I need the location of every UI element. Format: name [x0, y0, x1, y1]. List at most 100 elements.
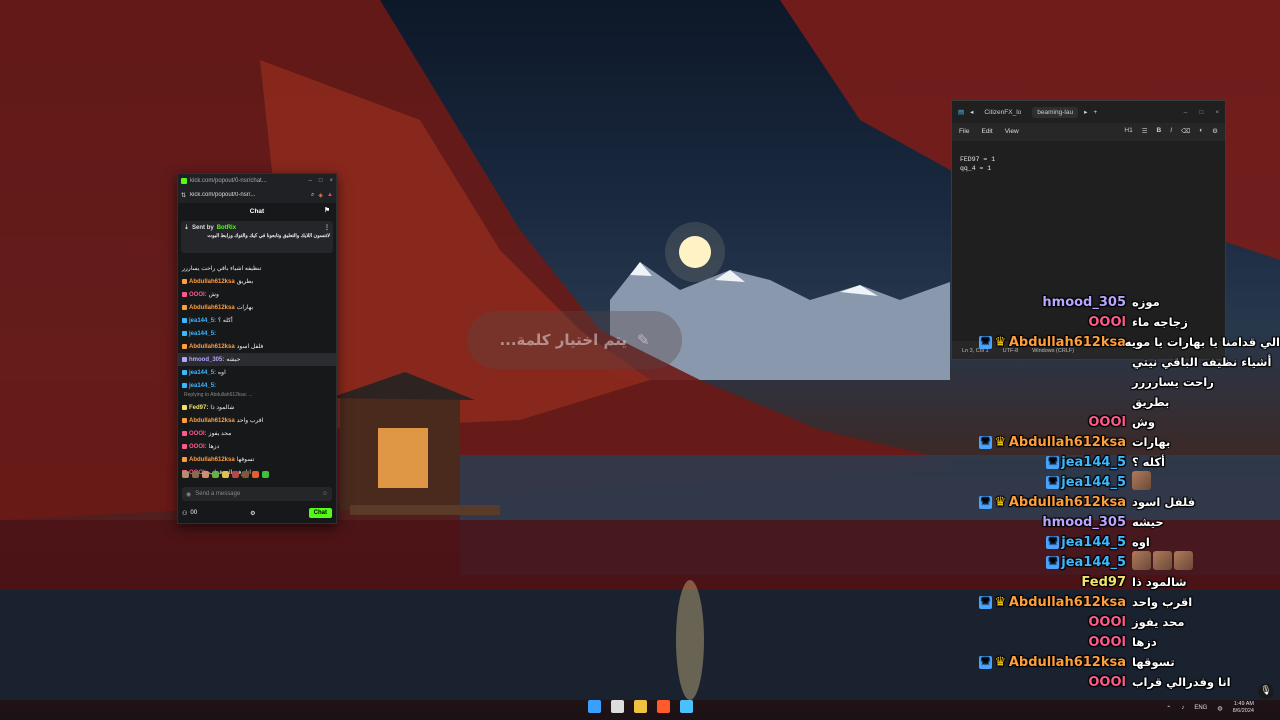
url-text[interactable]: kick.com/popout/0-nsr/... [190, 192, 307, 198]
maximize-icon[interactable]: □ [319, 178, 323, 184]
shield-icon[interactable]: ◈ [318, 192, 323, 199]
chat-message[interactable]: Abdullah612ksa بهارات [178, 301, 336, 314]
gear-icon[interactable]: ⚙ [250, 510, 255, 517]
overlay-chat-line: ⚒ ♛ Abdullah612ksa اقرب واحد [940, 592, 1280, 612]
clock[interactable]: 1:49 AM 8/6/2024 [1233, 701, 1254, 715]
more-icon[interactable]: ⋮ [324, 224, 330, 231]
chat-message[interactable]: OOOl: محد يفوز [178, 427, 336, 440]
badge-icon [182, 305, 187, 310]
chat-text: فلفل اسود [236, 344, 264, 350]
menu-view[interactable]: View [1005, 128, 1019, 135]
task-view-icon[interactable] [611, 700, 624, 713]
emote[interactable] [232, 471, 239, 478]
emote-picker-icon[interactable]: ◉ [186, 491, 191, 498]
emote[interactable] [202, 471, 209, 478]
chat-message[interactable]: jea144_5: أكله ؟ [178, 314, 336, 327]
start-icon[interactable] [588, 700, 601, 713]
chat-username[interactable]: Abdullah612ksa [189, 457, 235, 463]
emote[interactable] [222, 471, 229, 478]
emoji-icon[interactable]: ☺ [322, 491, 328, 497]
close-icon[interactable]: × [329, 178, 333, 184]
emote[interactable] [262, 471, 269, 478]
maximize-icon[interactable]: □ [1199, 109, 1203, 116]
file-explorer-icon[interactable] [634, 700, 647, 713]
pencil-icon: ✎ [636, 331, 650, 349]
brave-browser-icon[interactable] [657, 700, 670, 713]
chevron-up-icon[interactable]: ⌃ [1166, 705, 1171, 712]
bold-icon[interactable]: B [1157, 127, 1162, 135]
mic-icon[interactable]: 🎙 [1258, 683, 1274, 699]
chat-username[interactable]: jea144_5: [189, 331, 216, 337]
overlay-chat-line: ⚒ ♛ Abdullah612ksa تسوقها [940, 652, 1280, 672]
chat-settings-icon[interactable]: ⚑ [324, 206, 330, 214]
rewards-icon[interactable]: ▲ [327, 192, 333, 198]
chat-message[interactable]: Abdullah612ksa فلفل اسود [178, 340, 336, 353]
gear-icon[interactable]: ⚙ [1212, 127, 1218, 135]
chat-username[interactable]: Abdullah612ksa [189, 344, 235, 350]
tab-citizenfx[interactable]: CitizenFX_lo [979, 107, 1026, 118]
emote[interactable] [252, 471, 259, 478]
chat-username[interactable]: Abdullah612ksa [189, 418, 235, 424]
overlay-message [1126, 471, 1280, 493]
notepad-taskbar-icon[interactable] [680, 700, 693, 713]
chat-username[interactable]: hmood_305: [189, 357, 224, 363]
overlay-message: اوه [1132, 535, 1150, 549]
chat-username[interactable]: OOOl: [189, 431, 207, 437]
minimize-icon[interactable]: – [309, 178, 312, 184]
new-tab-icon[interactable]: + [1093, 109, 1097, 116]
copilot-icon[interactable]: ◐ [1199, 127, 1203, 135]
chat-message[interactable]: Abdullah612ksa اقرب واحد [178, 414, 336, 427]
chat-message[interactable]: Abdullah612ksa تسوقها [178, 453, 336, 466]
network-icon[interactable]: ◍ [1217, 705, 1222, 712]
chat-message[interactable]: jea144_5: [178, 327, 336, 340]
tab-scroll-left-icon[interactable]: ◂ [970, 108, 973, 116]
chat-username[interactable]: OOOl: [189, 292, 207, 298]
emote[interactable] [242, 471, 249, 478]
chat-username[interactable]: jea144_5: [189, 383, 216, 389]
language-indicator[interactable]: ENG [1194, 705, 1207, 711]
close-icon[interactable]: × [1215, 109, 1219, 116]
emote[interactable] [212, 471, 219, 478]
chat-username[interactable]: Fed97: [189, 405, 208, 411]
send-message-input[interactable]: ◉ Send a message ☺ [182, 487, 332, 501]
chat-username[interactable]: jea144_5: [189, 370, 216, 376]
chat-message[interactable]: hmood_305: حيشه [178, 353, 336, 366]
pinned-bot-name[interactable]: BotRix [217, 225, 236, 231]
italic-icon[interactable]: I [1170, 127, 1172, 135]
chat-message[interactable]: Fed97: شالمود ذا [178, 401, 336, 414]
chat-username[interactable]: Abdullah612ksa [189, 279, 235, 285]
tab-scroll-right-icon[interactable]: ▸ [1084, 108, 1087, 116]
clear-format-icon[interactable]: ⌫ [1181, 127, 1190, 135]
chat-username[interactable]: OOOl: [189, 444, 207, 450]
tab-beaming[interactable]: beaming-lau [1032, 106, 1079, 118]
chat-send-button[interactable]: Chat [308, 508, 332, 518]
zoom-icon[interactable]: ⌕ [311, 192, 314, 199]
list-icon[interactable]: ☰ [1142, 127, 1148, 135]
minimize-icon[interactable]: – [1184, 109, 1188, 116]
chat-text: اقرب واحد [236, 418, 264, 424]
emote[interactable] [182, 471, 189, 478]
chat-username[interactable]: jea144_5: [189, 318, 216, 324]
chat-message[interactable]: OOOl: وش [178, 288, 336, 301]
notepad-tabs: ▤ ◂ CitizenFX_lo beaming-lau ▸ + – □ × [952, 101, 1225, 123]
pin-icon: ⇣ [184, 225, 190, 231]
emote[interactable] [192, 471, 199, 478]
reply-preview: Replying to Abdullah612ksa: ... [184, 392, 253, 398]
microphone-icon[interactable]: ♪ [1181, 705, 1184, 711]
heading-dropdown[interactable]: H1 [1124, 127, 1132, 135]
chat-message[interactable]: OOOl: دزها [178, 440, 336, 453]
pinned-message[interactable]: ⇣ Sent by BotRix ⋮ لاتنسون اللايك والتعل… [181, 221, 333, 253]
date: 8/6/2024 [1232, 708, 1254, 714]
badge-icon [182, 370, 187, 375]
chat-message[interactable]: Abdullah612ksa بطريق [178, 275, 336, 288]
chat-username[interactable]: Abdullah612ksa [189, 305, 235, 311]
site-settings-icon[interactable]: ⇅ [181, 192, 186, 199]
chat-message[interactable]: jea144_5: اوه [178, 366, 336, 379]
menu-file[interactable]: File [959, 128, 969, 135]
chat-message[interactable]: jea144_5: [178, 379, 336, 392]
tool-badge-icon: ⚒ [1046, 455, 1060, 469]
overlay-message: وش [1132, 415, 1156, 429]
chat-message[interactable]: تنظيفه اشياء باقي راحت يساررر [178, 262, 336, 275]
menu-edit[interactable]: Edit [981, 128, 992, 135]
overlay-chat-line: Fed97 شالمود ذا [940, 572, 1280, 592]
